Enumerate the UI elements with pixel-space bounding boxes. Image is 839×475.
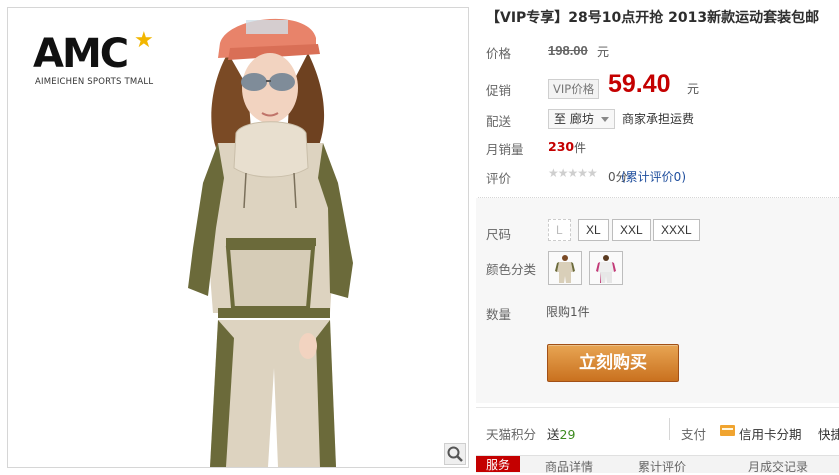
promo-price-unit: 元 [687, 82, 700, 96]
rating-stars-icon: ★★★★★ [548, 166, 598, 180]
tmall-points-prefix: 送 [547, 427, 560, 442]
original-price-unit: 元 [597, 45, 610, 59]
size-row: 尺码 [486, 224, 548, 243]
swatch-thumbnail-pink [590, 252, 622, 284]
product-photo [188, 18, 353, 467]
price-label: 价格 [486, 46, 512, 61]
color-row: 颜色分类 [486, 259, 548, 278]
tab-monthly-deals[interactable]: 月成交记录 [748, 458, 808, 475]
rating-label: 评价 [486, 171, 512, 186]
payment-label: 支付 [681, 427, 707, 442]
quantity-label: 数量 [486, 307, 512, 322]
vip-price-badge: VIP价格 [548, 79, 600, 99]
quantity-row: 数量 [486, 304, 548, 323]
shipping-destination-select[interactable]: 至 廊坊 [548, 109, 615, 129]
shipping-label: 配送 [486, 114, 512, 129]
color-swatch-khaki[interactable] [548, 251, 582, 285]
star-icon: ★ [134, 28, 154, 53]
swatch-thumbnail-khaki [549, 252, 581, 284]
shipping-note: 商家承担运费 [622, 112, 695, 126]
product-title: 【VIP专享】28号10点开抢 2013新款运动套装包邮 [486, 10, 820, 26]
monthly-sales-count: 230 [548, 139, 575, 154]
size-option-xxl[interactable]: XXL [612, 219, 651, 241]
tab-service[interactable]: 服务 [476, 456, 521, 472]
magnifier-icon [447, 446, 463, 462]
color-category-label: 颜色分类 [486, 262, 537, 277]
zoom-button[interactable] [444, 443, 466, 465]
sales-row: 月销量 [486, 139, 548, 158]
shipping-row: 配送 [486, 111, 548, 130]
tmall-points-label: 天猫积分 [486, 427, 537, 442]
size-option-l[interactable]: L [548, 219, 571, 241]
price-row: 价格 [486, 43, 548, 62]
size-label: 尺码 [486, 227, 512, 242]
credit-card-icon [720, 425, 735, 436]
monthly-sales-unit: 件 [574, 141, 587, 155]
credit-installment-link[interactable]: 信用卡分期 [739, 424, 802, 443]
size-option-xxxl[interactable]: XXXL [653, 219, 700, 241]
shipping-destination-value: 至 廊坊 [554, 112, 594, 126]
tmall-points-number: 29 [559, 427, 576, 442]
promo-label: 促销 [486, 83, 512, 98]
sales-label: 月销量 [486, 142, 524, 157]
quick-pay-link[interactable]: 快捷 [818, 424, 839, 443]
brand-subtitle: AIMEICHEN SPORTS TMALL [35, 77, 154, 87]
color-swatch-pink[interactable] [589, 251, 623, 285]
tab-cumulative-reviews[interactable]: 累计评价 [638, 458, 686, 475]
size-option-xl[interactable]: XL [578, 219, 609, 241]
vertical-divider [669, 418, 670, 440]
promo-price: 59.40 [608, 70, 671, 98]
tmall-points-value: 送29 [547, 424, 575, 443]
tab-product-details[interactable]: 商品详情 [545, 458, 593, 475]
bottom-divider [476, 407, 839, 408]
chevron-down-icon [600, 117, 609, 122]
original-price: 198.00 [548, 43, 588, 58]
rating-row: 评价 [486, 168, 548, 187]
rating-count-link[interactable]: (累计评价0) [621, 168, 686, 185]
buy-now-button[interactable]: 立刻购买 [547, 344, 679, 382]
product-image-panel: AMC ★ AIMEICHEN SPORTS TMALL [7, 7, 469, 468]
brand-logo-text: AMC [33, 31, 129, 77]
promo-row: 促销 [486, 80, 548, 99]
quantity-limit-text: 限购1件 [546, 305, 590, 319]
